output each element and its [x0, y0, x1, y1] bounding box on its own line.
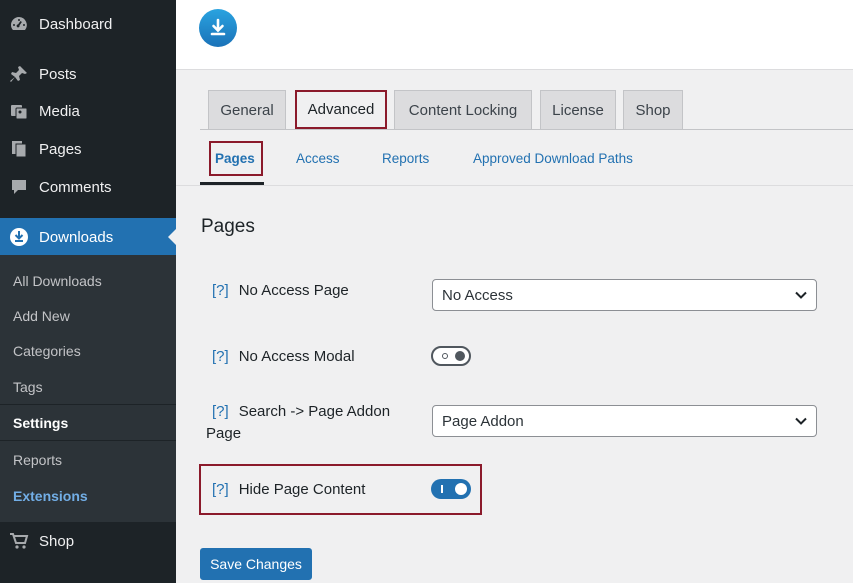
select-value: Page Addon	[442, 412, 524, 430]
chevron-down-icon	[795, 417, 807, 425]
hide-page-content-label: [?] Hide Page Content	[206, 479, 365, 501]
downloads-submenu: All Downloads Add New Categories Tags Se…	[0, 255, 176, 522]
plugin-logo	[199, 9, 237, 47]
sidebar-item-label: Comments	[39, 178, 112, 196]
tab-advanced[interactable]: Advanced	[295, 90, 387, 129]
sidebar-item-dashboard[interactable]: Dashboard	[0, 5, 176, 43]
tab-general[interactable]: General	[208, 90, 286, 129]
help-link[interactable]: [?]	[212, 282, 229, 299]
divider	[0, 440, 176, 441]
no-access-page-label: [?] No Access Page	[206, 280, 349, 302]
no-access-modal-toggle[interactable]	[431, 346, 471, 366]
help-link[interactable]: [?]	[212, 348, 229, 365]
subtab-highlight	[209, 141, 263, 176]
sidebar-item-label: Dashboard	[39, 15, 113, 33]
toggle-off-icon	[442, 353, 448, 359]
plugin-header	[176, 0, 853, 70]
search-page-addon-select[interactable]: Page Addon	[432, 405, 817, 437]
help-link[interactable]: [?]	[212, 481, 229, 498]
field-label: Search -> Page Addon	[238, 403, 391, 420]
field-label-wrap: Page	[206, 425, 242, 442]
submenu-all-downloads[interactable]: All Downloads	[13, 273, 102, 289]
field-label: Hide Page Content	[238, 481, 366, 498]
no-access-modal-label: [?] No Access Modal	[206, 346, 355, 368]
submenu-categories[interactable]: Categories	[13, 343, 81, 359]
divider	[0, 404, 176, 405]
toggle-knob	[455, 483, 467, 495]
submenu-tags[interactable]: Tags	[13, 379, 43, 395]
section-title: Pages	[201, 216, 255, 237]
toggle-knob	[455, 351, 465, 361]
chevron-down-icon	[795, 291, 807, 299]
submenu-reports[interactable]: Reports	[13, 452, 62, 468]
submenu-settings[interactable]: Settings	[13, 415, 68, 431]
sidebar-item-label: Pages	[39, 140, 82, 158]
sidebar-item-posts[interactable]: Posts	[0, 55, 176, 93]
cart-icon	[8, 530, 30, 552]
dashboard-icon	[8, 13, 30, 35]
sidebar-item-label: Media	[39, 102, 80, 120]
pin-icon	[8, 63, 30, 85]
sidebar-item-media[interactable]: Media	[0, 92, 176, 130]
media-icon	[8, 100, 30, 122]
download-icon	[8, 226, 30, 248]
field-label: No Access Page	[238, 282, 349, 299]
field-label: No Access Modal	[238, 348, 355, 365]
tab-content-locking[interactable]: Content Locking	[394, 90, 532, 129]
subtab-reports[interactable]: Reports	[382, 151, 429, 166]
submenu-extensions[interactable]: Extensions	[13, 488, 88, 504]
download-icon	[210, 18, 226, 36]
pages-icon	[8, 138, 30, 160]
sidebar-item-shop[interactable]: Shop	[0, 522, 176, 560]
subtabs-divider	[176, 185, 853, 186]
sidebar-item-comments[interactable]: Comments	[0, 168, 176, 206]
comment-icon	[8, 176, 30, 198]
sidebar-item-label: Shop	[39, 532, 75, 550]
help-link[interactable]: [?]	[212, 403, 229, 420]
sidebar-item-downloads[interactable]: Downloads	[0, 218, 176, 256]
search-page-addon-label: [?] Search -> Page Addon Page	[206, 401, 390, 445]
select-value: No Access	[442, 286, 513, 304]
subtab-approved-download-paths[interactable]: Approved Download Paths	[473, 151, 633, 166]
sidebar-item-label: Posts	[39, 65, 77, 83]
sidebar-item-pages[interactable]: Pages	[0, 130, 176, 168]
tabs-divider	[200, 129, 853, 130]
admin-sidebar: Dashboard Posts Media Pages Comments Dow…	[0, 0, 176, 583]
sidebar-item-label: Downloads	[39, 228, 114, 246]
tab-license[interactable]: License	[540, 90, 616, 129]
subtab-access[interactable]: Access	[296, 151, 340, 166]
no-access-page-select[interactable]: No Access	[432, 279, 817, 311]
active-indicator	[168, 229, 176, 245]
save-changes-button[interactable]: Save Changes	[200, 548, 312, 580]
toggle-on-icon	[441, 485, 443, 493]
tab-shop[interactable]: Shop	[623, 90, 683, 129]
submenu-add-new[interactable]: Add New	[13, 308, 70, 324]
hide-page-content-toggle[interactable]	[431, 479, 471, 499]
